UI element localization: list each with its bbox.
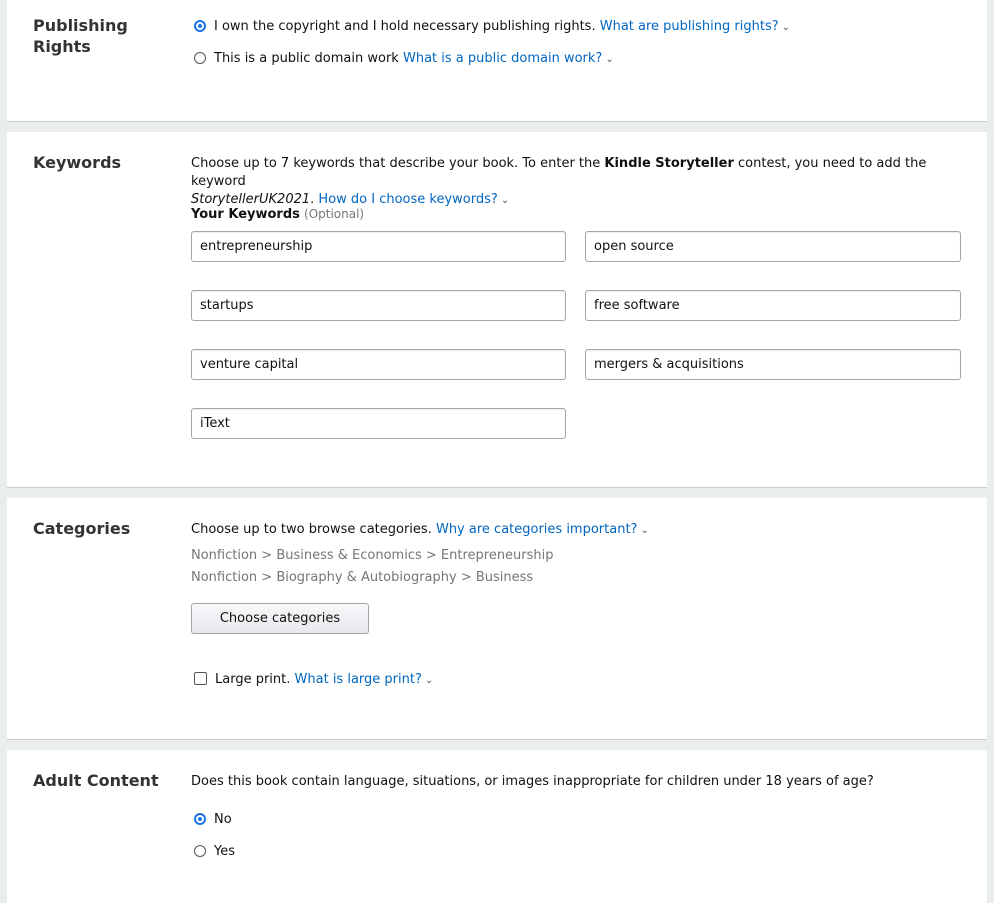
- chevron-down-icon: ⌄: [640, 525, 649, 536]
- adult-content-section: Adult Content Does this book contain lan…: [7, 750, 987, 903]
- adult-content-option-yes[interactable]: Yes: [194, 843, 235, 861]
- option-public-domain[interactable]: This is a public domain work What is a p…: [194, 50, 614, 69]
- adult-yes-radio[interactable]: [194, 845, 206, 857]
- chevron-down-icon: ⌄: [424, 675, 434, 686]
- adult-no-radio[interactable]: [194, 813, 206, 825]
- chevron-down-icon: ⌄: [605, 54, 614, 65]
- your-keywords-label: Your Keywords (Optional): [191, 207, 365, 222]
- large-print-help-link[interactable]: What is large print? ⌄: [295, 672, 434, 687]
- selected-category-1: Nonfiction > Business & Economics > Entr…: [191, 548, 554, 563]
- publishing-rights-help-link[interactable]: What are publishing rights? ⌄: [600, 19, 790, 34]
- choose-categories-button[interactable]: Choose categories: [191, 603, 369, 634]
- categories-description: Choose up to two browse categories. Why …: [191, 522, 649, 537]
- adult-content-option-no[interactable]: No: [194, 811, 232, 829]
- keywords-section: Keywords Choose up to 7 keywords that de…: [7, 132, 987, 488]
- adult-content-title: Adult Content: [33, 771, 159, 790]
- large-print-option[interactable]: Large print. What is large print? ⌄: [194, 671, 433, 690]
- categories-help-link[interactable]: Why are categories important? ⌄: [436, 522, 649, 537]
- chevron-down-icon: ⌄: [500, 195, 510, 206]
- adult-content-question: Does this book contain language, situati…: [191, 774, 874, 789]
- keyword-input-6[interactable]: [585, 349, 961, 380]
- public-domain-radio[interactable]: [194, 52, 206, 64]
- keyword-input-1[interactable]: [191, 231, 566, 262]
- keyword-input-7[interactable]: [191, 408, 566, 439]
- keywords-description: Choose up to 7 keywords that describe yo…: [191, 156, 927, 207]
- own-rights-radio[interactable]: [194, 20, 206, 32]
- chevron-down-icon: ⌄: [781, 22, 791, 33]
- categories-section: Categories Choose up to two browse categ…: [7, 498, 987, 740]
- publishing-rights-section: Publishing Rights I own the copyright an…: [7, 0, 987, 122]
- keyword-input-3[interactable]: [191, 290, 566, 321]
- keywords-help-link[interactable]: How do I choose keywords? ⌄: [318, 192, 509, 207]
- option-own-rights[interactable]: I own the copyright and I hold necessary…: [194, 18, 790, 37]
- large-print-checkbox[interactable]: [194, 672, 207, 685]
- keyword-input-2[interactable]: [585, 231, 961, 262]
- keyword-input-4[interactable]: [585, 290, 961, 321]
- categories-title: Categories: [33, 519, 131, 538]
- keyword-input-5[interactable]: [191, 349, 566, 380]
- keywords-title: Keywords: [33, 153, 122, 172]
- publishing-rights-title: Publishing Rights: [33, 16, 128, 56]
- public-domain-help-link[interactable]: What is a public domain work? ⌄: [403, 51, 614, 66]
- selected-category-2: Nonfiction > Biography & Autobiography >…: [191, 570, 534, 585]
